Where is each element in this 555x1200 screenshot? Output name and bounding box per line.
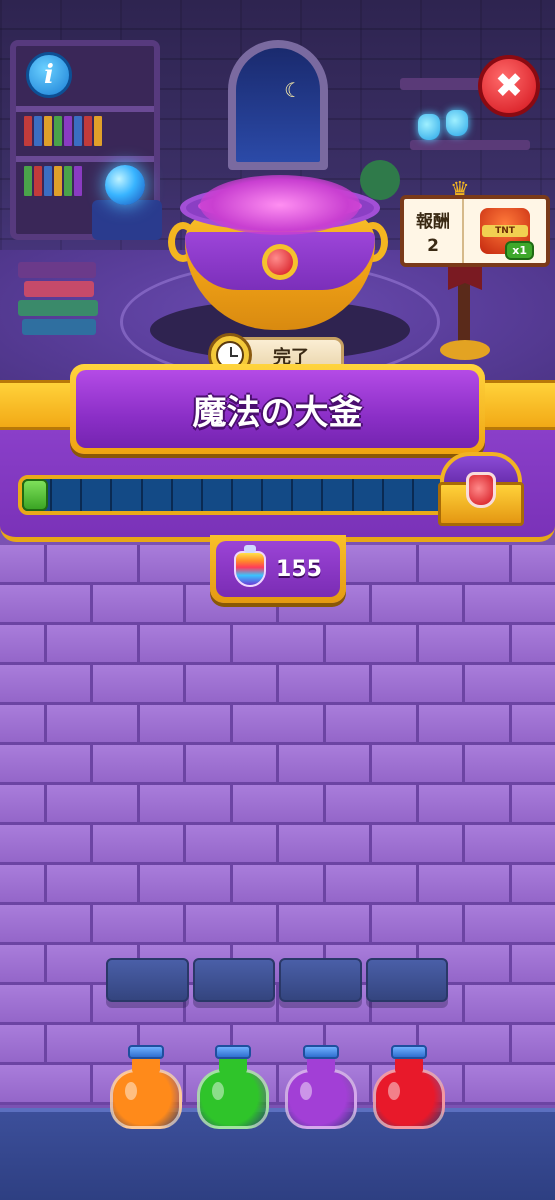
progress-segment [383, 479, 414, 511]
shelf-slot[interactable] [279, 958, 362, 1002]
potion-count: 155 [276, 556, 322, 582]
progress-segment [172, 479, 203, 511]
shelf-slot[interactable] [365, 958, 448, 1002]
sign-base [440, 340, 490, 360]
page-title: 魔法の大釜 [76, 370, 479, 448]
red-potion[interactable] [371, 1045, 447, 1131]
progress-segment [112, 479, 143, 511]
ruby-gem-icon [262, 244, 298, 280]
shelf-slot[interactable] [192, 958, 275, 1002]
purple-potion[interactable] [283, 1045, 359, 1131]
progress-segment [353, 479, 384, 511]
red-potion-icon [466, 472, 496, 508]
orange-potion[interactable] [108, 1045, 184, 1131]
bottom-floor [0, 1108, 555, 1200]
progress-bar-fill [22, 479, 48, 511]
progress-bar [18, 475, 448, 515]
progress-segment [202, 479, 233, 511]
green-potion[interactable] [195, 1045, 271, 1131]
title-banner: 魔法の大釜 [70, 364, 485, 454]
rainbow-potion-icon [234, 545, 267, 587]
arched-window: ☾ [228, 40, 328, 170]
crystal-ball [105, 165, 145, 205]
potion-shelf [106, 958, 448, 1002]
reward-item-quantity: x1 [505, 241, 534, 260]
brick-wall [0, 545, 555, 1105]
progress-segment [142, 479, 173, 511]
shelf-slot[interactable] [106, 958, 189, 1002]
reward-sign[interactable]: 報酬 2 TNT x1 [400, 195, 550, 267]
progress-segment [323, 479, 354, 511]
blue-bottle [418, 114, 440, 140]
progress-segment [82, 479, 113, 511]
progress-segment [232, 479, 264, 511]
progress-segment [52, 479, 83, 511]
cauldron-glow [200, 175, 360, 235]
progress-segment [263, 479, 294, 511]
close-button[interactable]: ✖ [478, 55, 540, 117]
reward-label: 報酬 [416, 211, 450, 232]
tnt-icon: TNT x1 [480, 208, 534, 260]
reward-count: 2 [427, 235, 439, 256]
blue-bottle [446, 110, 468, 136]
crystal-ball-stand [92, 200, 162, 240]
wall-shelf [410, 140, 530, 150]
progress-segment [293, 479, 324, 511]
moon-icon: ☾ [284, 78, 302, 102]
info-button[interactable]: i [26, 52, 72, 98]
potion-counter: 155 [210, 535, 346, 603]
potted-plant [360, 160, 400, 200]
book-stack [18, 262, 103, 338]
tnt-label: TNT [482, 225, 528, 237]
treasure-chest-icon[interactable] [436, 452, 526, 530]
